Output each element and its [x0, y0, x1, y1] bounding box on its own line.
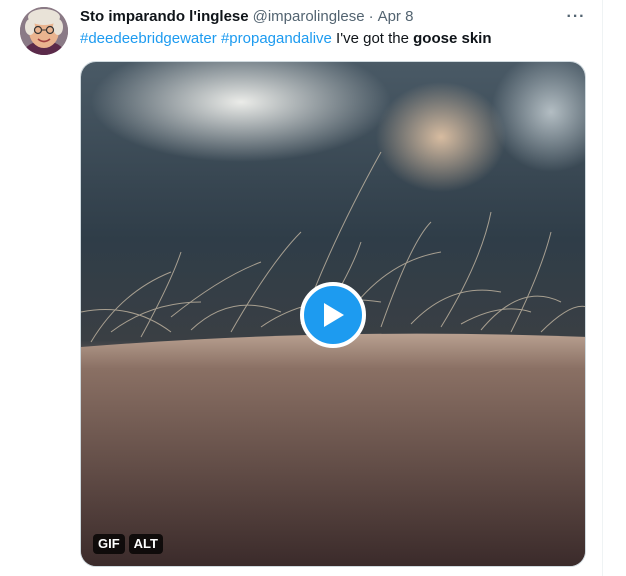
play-button[interactable]	[300, 282, 366, 348]
tweet-header: Sto imparando l'inglese @imparolinglese …	[80, 7, 413, 27]
alt-text-button[interactable]: ALT	[128, 534, 163, 554]
text-bold: goose skin	[413, 30, 492, 47]
tweet[interactable]: Sto imparando l'inglese @imparolinglese …	[0, 0, 603, 576]
hashtag-link[interactable]: #propagandalive	[221, 30, 332, 47]
gif-media[interactable]: GIF ALT	[80, 61, 586, 567]
tweet-date[interactable]: Apr 8	[378, 7, 414, 27]
text-plain: I've got the	[331, 30, 414, 47]
hashtag-link[interactable]: #deedeebridgewater	[80, 30, 217, 47]
play-icon	[324, 303, 344, 327]
avatar[interactable]	[20, 7, 68, 55]
tweet-text: #deedeebridgewater #propagandalive I've …	[80, 29, 492, 49]
more-options-icon[interactable]: ···	[563, 6, 589, 28]
separator-dot: ·	[368, 8, 374, 25]
gif-badge: GIF	[93, 534, 125, 554]
media-badges: GIF ALT	[93, 534, 163, 554]
display-name[interactable]: Sto imparando l'inglese	[80, 7, 249, 27]
user-handle[interactable]: @imparolinglese	[253, 7, 365, 27]
